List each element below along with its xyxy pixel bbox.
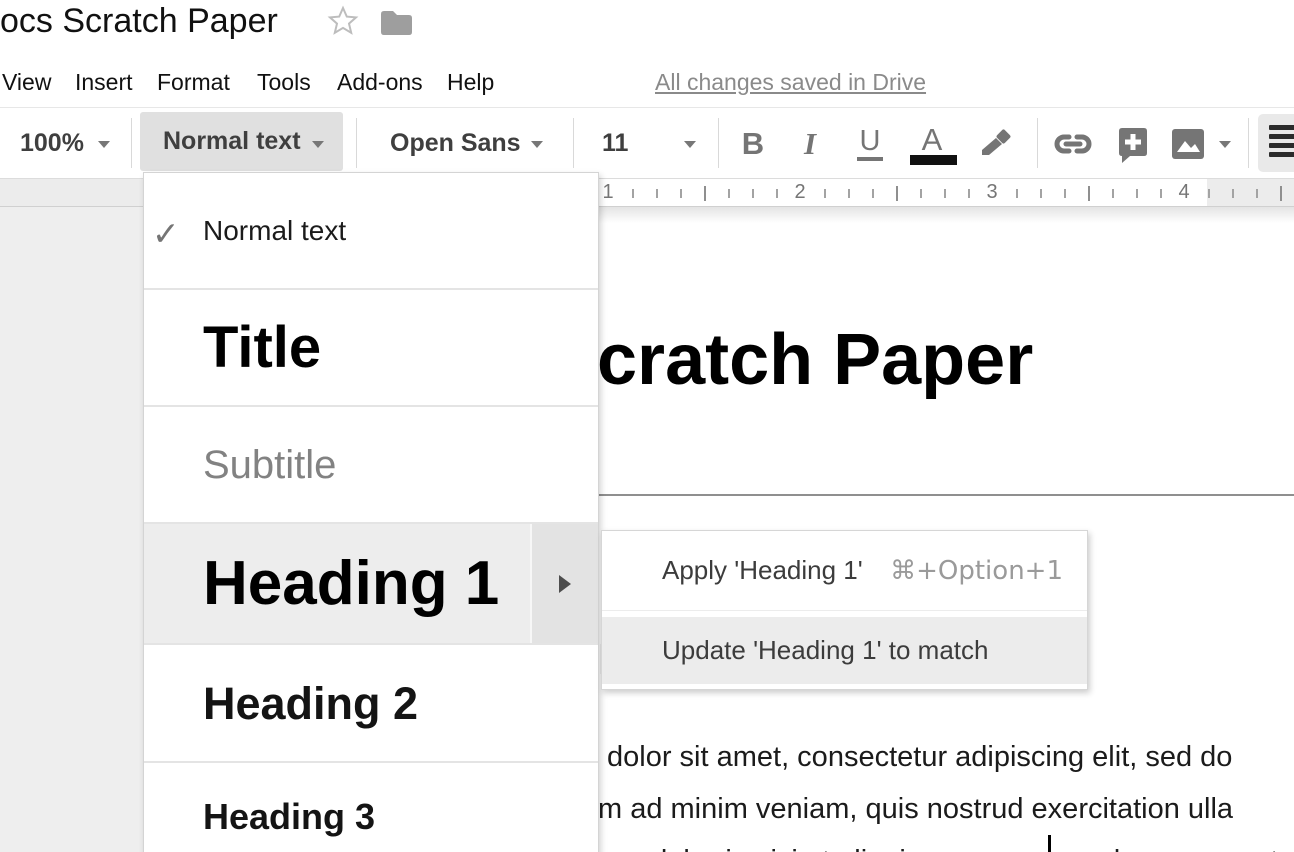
body-text-line: mco laboris nisi ut aliquip ex ea commod… <box>598 843 1294 852</box>
menu-bar: View Insert Format Tools Add-ons Help Al… <box>0 58 1294 107</box>
menu-view[interactable]: View <box>2 67 51 97</box>
link-icon <box>1052 126 1094 162</box>
heading-1-submenu: Apply 'Heading 1' ⌘+Option+1 Update 'Hea… <box>601 530 1088 690</box>
insert-link-button[interactable] <box>1051 108 1095 179</box>
menu-format[interactable]: Format <box>157 67 230 97</box>
text-cursor <box>1048 835 1051 852</box>
font-size-select[interactable]: 11 <box>602 108 628 179</box>
star-icon[interactable] <box>327 5 359 37</box>
toolbar-separator <box>1248 118 1249 168</box>
toolbar-separator <box>718 118 719 168</box>
image-options-chevron-icon[interactable] <box>1219 141 1231 148</box>
image-icon <box>1170 126 1206 162</box>
menu-help[interactable]: Help <box>447 67 494 97</box>
chevron-down-icon <box>312 141 324 148</box>
underline-icon: U <box>857 126 884 161</box>
update-heading-1-label: Update 'Heading 1' to match <box>602 635 988 666</box>
underline-button[interactable]: U <box>848 108 892 179</box>
insert-image-button[interactable] <box>1166 108 1210 179</box>
paragraph-style-select[interactable]: Normal text <box>140 112 343 171</box>
toolbar-separator <box>131 118 132 168</box>
insert-comment-button[interactable] <box>1111 108 1155 179</box>
text-color-icon: A <box>922 125 943 155</box>
bold-button[interactable]: B <box>731 108 775 179</box>
highlight-button[interactable] <box>971 108 1015 179</box>
apply-heading-1-label: Apply 'Heading 1' <box>602 555 863 586</box>
style-option-label: Subtitle <box>144 445 336 485</box>
italic-icon: I <box>804 126 816 162</box>
toolbar-separator <box>1037 118 1038 168</box>
document-name-field[interactable]: ocs Scratch Paper <box>0 2 278 41</box>
folder-icon[interactable] <box>379 7 413 37</box>
paragraph-style-value: Normal text <box>163 112 301 171</box>
style-option-label: Heading 3 <box>144 799 375 835</box>
style-option-label: Heading 1 <box>144 553 499 615</box>
heading-1-submenu-toggle[interactable] <box>530 524 598 643</box>
body-text-line: dolor sit amet, consectetur adipiscing e… <box>607 739 1232 775</box>
chevron-down-icon <box>98 141 110 148</box>
apply-heading-1-item[interactable]: Apply 'Heading 1' ⌘+Option+1 <box>602 531 1087 611</box>
align-lines-icon <box>1269 125 1294 157</box>
style-option-normal-text[interactable]: ✓ Normal text <box>144 173 598 290</box>
style-option-heading-2[interactable]: Heading 2 <box>144 645 598 763</box>
menu-addons[interactable]: Add-ons <box>337 67 423 97</box>
highlighter-icon <box>974 125 1012 163</box>
checkmark-icon: ✓ <box>152 217 180 250</box>
save-status-link[interactable]: All changes saved in Drive <box>655 67 926 97</box>
italic-button[interactable]: I <box>788 108 832 179</box>
comment-icon <box>1115 125 1151 163</box>
toolbar-separator <box>356 118 357 168</box>
submenu-arrow-icon <box>559 575 571 593</box>
font-select[interactable]: Open Sans <box>390 108 521 179</box>
style-option-heading-3[interactable]: Heading 3 <box>144 763 598 852</box>
align-button[interactable] <box>1258 114 1294 172</box>
update-heading-1-item[interactable]: Update 'Heading 1' to match <box>602 617 1087 684</box>
bold-icon: B <box>742 126 764 162</box>
menu-tools[interactable]: Tools <box>257 67 311 97</box>
style-option-label: Title <box>144 319 321 377</box>
toolbar-separator <box>573 118 574 168</box>
style-option-title[interactable]: Title <box>144 290 598 407</box>
body-text-line: m ad minim veniam, quis nostrud exercita… <box>598 791 1233 827</box>
menu-insert[interactable]: Insert <box>75 67 133 97</box>
toolbar: 100% Normal text Open Sans 11 B I U A <box>0 107 1294 179</box>
title-bar: ocs Scratch Paper <box>0 0 1294 58</box>
text-color-swatch <box>910 155 957 165</box>
style-option-subtitle[interactable]: Subtitle <box>144 407 598 524</box>
chevron-down-icon <box>684 141 696 148</box>
paragraph-styles-menu: ✓ Normal text Title Subtitle Heading 1 H… <box>143 172 599 852</box>
style-option-heading-1[interactable]: Heading 1 <box>144 524 598 645</box>
google-docs-app: ocs Scratch Paper View Insert Format Too… <box>0 0 1294 852</box>
keyboard-shortcut: ⌘+Option+1 <box>890 556 1063 586</box>
style-option-label: Heading 2 <box>144 681 418 726</box>
document-title-text: cratch Paper <box>597 319 1033 402</box>
zoom-select[interactable]: 100% <box>20 108 84 179</box>
chevron-down-icon <box>531 141 543 148</box>
